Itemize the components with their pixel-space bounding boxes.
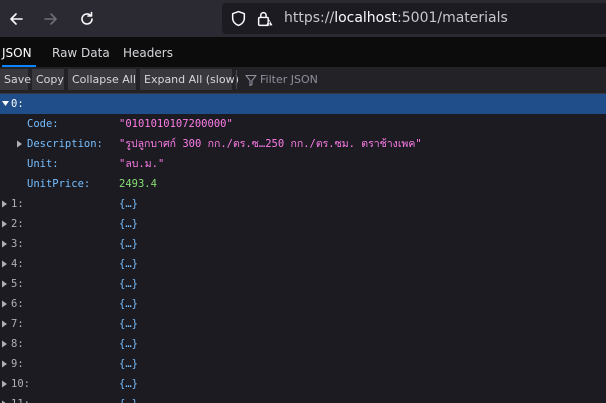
url-bar[interactable]: https://localhost:5001/materials [222,3,606,34]
json-collapsed-row[interactable]: 8: {…} [0,334,606,354]
json-key: 0: [11,98,24,110]
collapsed-triangle-icon[interactable] [0,254,10,274]
json-key: 8: [11,338,24,350]
collapsed-triangle-icon[interactable] [0,394,10,403]
url-prefix: https:// [284,10,335,26]
viewer-tabs: JSON Raw Data Headers [0,37,606,67]
browser-navbar: https://localhost:5001/materials [0,0,606,37]
json-value: {…} [119,258,138,270]
url-text[interactable]: https://localhost:5001/materials [284,10,508,26]
json-value: {…} [119,378,138,390]
json-value: {…} [119,358,138,370]
toolbar-divider [236,70,237,89]
copy-button[interactable]: Copy [32,69,64,90]
tab-raw-data[interactable]: Raw Data [52,37,110,67]
json-value: {…} [119,298,138,310]
json-value: {…} [119,218,138,230]
json-key: 7: [11,318,24,330]
json-collapsed-row[interactable]: 1: {…} [0,194,606,214]
collapsed-triangle-icon[interactable] [0,214,10,234]
json-collapsed-row[interactable]: 3: {…} [0,234,606,254]
expanded-triangle-icon[interactable] [1,94,11,114]
json-collapsed-row[interactable]: 2: {…} [0,214,606,234]
json-key: UnitPrice: [27,178,91,190]
collapsed-triangle-icon[interactable] [0,274,10,294]
collapsed-triangle-icon[interactable] [0,294,10,314]
reload-icon [81,11,93,25]
tab-json-label: JSON [2,46,32,60]
collapsed-triangle-icon[interactable] [0,234,10,254]
collapsed-triangle-icon[interactable] [15,134,25,154]
save-button[interactable]: Save [0,69,31,90]
json-collapsed-row[interactable]: 5: {…} [0,274,606,294]
collapsed-triangle-icon[interactable] [0,354,10,374]
expand-all-button[interactable]: Expand All (slow) [140,69,239,90]
json-key: 11: [11,394,30,403]
json-key: 4: [11,258,24,270]
collapsed-triangle-icon[interactable] [0,334,10,354]
json-key: 9: [11,358,24,370]
tab-headers-label: Headers [123,46,173,60]
json-collapsed-row[interactable]: 7: {…} [0,314,606,334]
filter-icon [245,74,257,86]
json-value: {…} [119,338,138,350]
json-collapsed-row[interactable]: 6: {…} [0,294,606,314]
forward-button[interactable] [38,6,64,32]
json-key: 6: [11,298,24,310]
json-field-row[interactable]: Code: "0101010107200000" [0,114,606,134]
json-key: 2: [11,218,24,230]
json-collapsed-row[interactable]: 4: {…} [0,254,606,274]
json-field-row[interactable]: UnitPrice: 2493.4 [0,174,606,194]
json-key: 1: [11,198,24,210]
collapsed-triangle-icon[interactable] [0,374,10,394]
collapsed-triangle-icon[interactable] [0,194,10,214]
url-path: :5001/materials [397,10,508,26]
json-value: "0101010107200000" [119,118,233,130]
json-value: "รูปลูกบาศก์ 300 กก./ตร.ซ…250 กก./ตร.ซม.… [119,138,422,150]
json-collapsed-row[interactable]: 10: {…} [0,374,606,394]
json-key: Description: [27,138,103,150]
collapse-all-button[interactable]: Collapse All [68,69,136,90]
json-value: "ลบ.ม." [119,158,165,170]
tab-json[interactable]: JSON [2,37,36,67]
tab-headers[interactable]: Headers [123,37,173,67]
filter-json-input[interactable]: Filter JSON [260,73,318,86]
url-host: localhost [334,10,398,26]
json-key: 5: [11,278,24,290]
json-field-row[interactable]: Unit: "ลบ.ม." [0,154,606,174]
json-value: 2493.4 [119,178,157,190]
lock-warning-icon[interactable] [256,10,273,27]
json-row-expanded[interactable]: 0: [0,94,606,114]
json-key: Code: [27,118,59,130]
json-value: {…} [119,198,138,210]
json-toolbar: Save Copy Collapse All Expand All (slow)… [0,67,606,94]
json-tree: 0: Code: "0101010107200000" Description:… [0,94,606,403]
reload-button[interactable] [74,6,100,32]
json-key: 10: [11,378,30,390]
collapsed-triangle-icon[interactable] [0,314,10,334]
json-field-row[interactable]: Description: "รูปลูกบาศก์ 300 กก./ตร.ซ…2… [0,134,606,154]
json-value: {…} [119,278,138,290]
back-button[interactable] [3,6,29,32]
tab-raw-data-label: Raw Data [52,46,110,60]
json-value: {…} [119,318,138,330]
json-value: {…} [119,238,138,250]
back-arrow-icon [10,13,23,25]
json-collapsed-row[interactable]: 9: {…} [0,354,606,374]
json-collapsed-row[interactable]: 11: {…} [0,394,606,403]
json-key: 3: [11,238,24,250]
json-key: Unit: [27,158,59,170]
json-value: {…} [119,394,138,403]
shield-icon[interactable] [230,10,247,27]
forward-arrow-icon [44,13,57,25]
